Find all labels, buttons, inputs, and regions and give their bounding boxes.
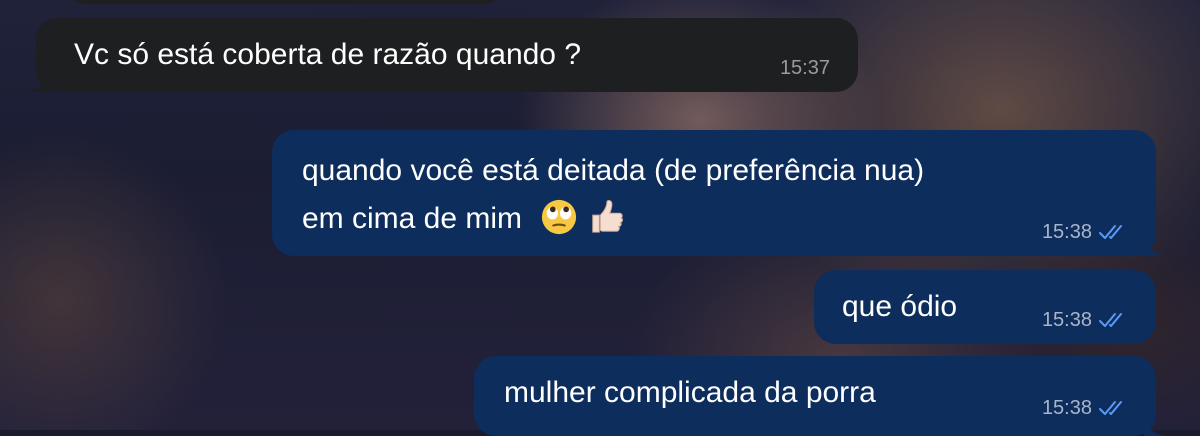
message-text: mulher complicada da porra — [504, 376, 876, 409]
face-with-rolling-eyes-icon — [542, 199, 577, 235]
message-bubble-incoming[interactable]: Vc só está coberta de razão quando ? 15:… — [26, 18, 858, 92]
double-check-icon — [1099, 313, 1122, 327]
bubble-tail — [26, 70, 48, 92]
message-bubble-outgoing[interactable]: quando você está deitada (de preferência… — [272, 130, 1166, 256]
message-text: Vc só está coberta de razão quando ? — [74, 38, 582, 71]
message-time: 15:37 — [779, 57, 830, 79]
message-time: 15:38 — [1041, 309, 1092, 331]
thumbs-up-icon — [591, 200, 623, 233]
message-bubble-outgoing[interactable]: que ódio 15:38 — [814, 270, 1156, 344]
message-meta: 15:38 — [1042, 396, 1128, 420]
double-check-icon — [1099, 225, 1122, 239]
double-check-icon — [1099, 401, 1122, 415]
message-text-line-1: quando você está deitada (de preferência… — [302, 154, 925, 187]
previous-message-bubble[interactable] — [70, 0, 500, 4]
bubble-tail — [1144, 234, 1166, 256]
message-text-line-2: em cima de mim — [302, 202, 523, 235]
message-text: que ódio — [842, 290, 958, 323]
message-text-line-2-container: em cima de mim — [302, 198, 625, 240]
message-time: 15:38 — [1041, 397, 1092, 419]
message-meta: 15:38 — [1042, 220, 1128, 244]
message-bubble-outgoing[interactable]: mulher complicada da porra 15:38 — [474, 356, 1166, 436]
message-meta: 15:37 — [780, 56, 830, 80]
bubble-tail — [1144, 414, 1166, 436]
message-meta: 15:38 — [1042, 308, 1128, 332]
message-time: 15:38 — [1041, 221, 1092, 243]
